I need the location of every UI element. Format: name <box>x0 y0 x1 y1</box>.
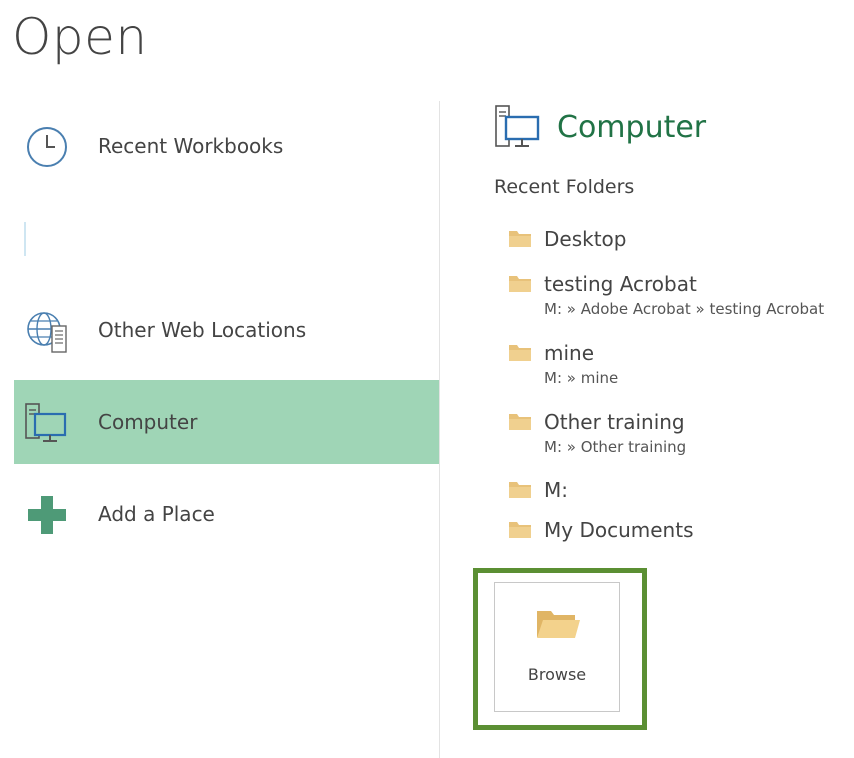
computer-icon <box>495 105 540 147</box>
folder-icon <box>509 482 531 498</box>
folder-icon <box>509 231 531 247</box>
place-other-web-locations[interactable]: Other Web Locations <box>14 288 439 372</box>
decorative-mark <box>24 222 26 256</box>
folder-item-mine[interactable]: mine M: » mine <box>508 340 852 390</box>
pane-divider <box>439 101 440 758</box>
place-label: Recent Workbooks <box>98 134 284 158</box>
computer-pane-title: Computer <box>557 110 707 145</box>
folder-item-m-drive[interactable]: M: <box>508 477 852 505</box>
folder-name: mine <box>544 341 595 365</box>
browse-label: Browse <box>527 665 587 684</box>
folder-icon <box>509 276 531 292</box>
folder-name: Other training <box>544 410 685 434</box>
folder-item-other-training[interactable]: Other training M: » Other training <box>508 409 852 459</box>
computer-icon <box>25 403 67 442</box>
place-label: Other Web Locations <box>98 318 307 342</box>
folder-icon <box>509 522 531 538</box>
open-page: Open Recent Workbooks Other Web Location… <box>0 0 854 758</box>
globe-server-icon <box>27 312 67 353</box>
place-computer[interactable]: Computer <box>14 380 439 464</box>
recent-folders-heading: Recent Folders <box>494 176 635 198</box>
folder-name: M: <box>544 478 568 502</box>
folder-path: M: » Adobe Acrobat » testing Acrobat <box>544 300 825 318</box>
folder-icon <box>509 414 531 430</box>
place-recent-workbooks[interactable]: Recent Workbooks <box>14 104 439 188</box>
browse-button[interactable]: Browse <box>494 582 620 712</box>
folder-path: M: » Other training <box>544 438 687 456</box>
page-title: Open <box>12 8 148 66</box>
folder-item-desktop[interactable]: Desktop <box>508 226 852 254</box>
folder-name: My Documents <box>544 518 694 542</box>
folder-item-testing-acrobat[interactable]: testing Acrobat M: » Adobe Acrobat » tes… <box>508 271 852 321</box>
place-add-a-place[interactable]: Add a Place <box>14 472 439 556</box>
folder-name: testing Acrobat <box>544 272 697 296</box>
plus-icon <box>28 496 66 534</box>
folder-icon <box>509 345 531 361</box>
open-folder-icon <box>537 611 580 638</box>
place-label: Add a Place <box>98 502 215 526</box>
clock-icon <box>27 127 67 167</box>
place-label: Computer <box>98 410 198 434</box>
folder-path: M: » mine <box>544 369 619 387</box>
folder-item-my-documents[interactable]: My Documents <box>508 517 852 545</box>
folder-name: Desktop <box>544 227 627 251</box>
